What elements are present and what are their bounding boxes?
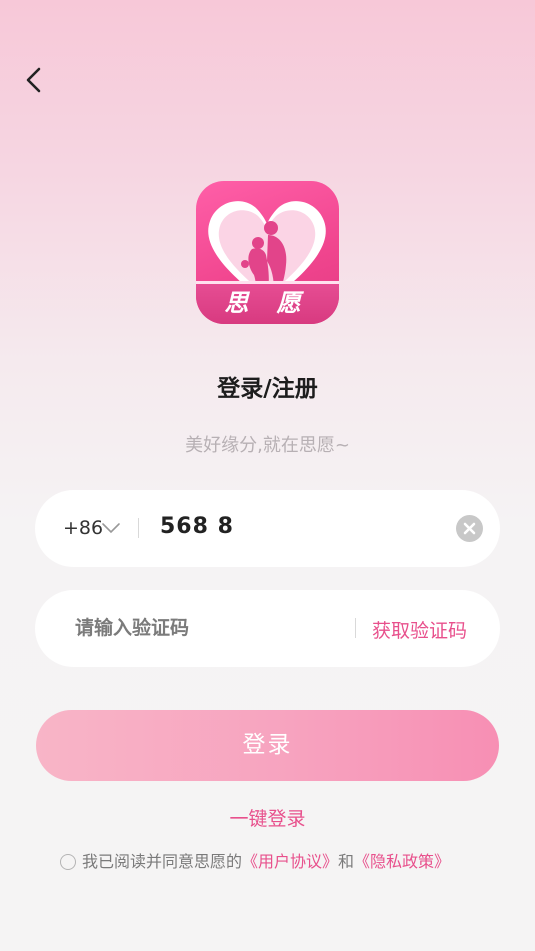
chevron-left-icon <box>26 67 41 93</box>
country-code-selector[interactable]: +86 <box>63 517 103 539</box>
page-title: 登录/注册 <box>217 376 318 402</box>
agreement-checkbox[interactable] <box>60 854 76 870</box>
logo-wordmark: 思 愿 <box>224 288 311 317</box>
app-logo: 思 愿 <box>196 181 339 324</box>
chevron-down-icon[interactable] <box>101 521 121 535</box>
code-divider <box>355 618 356 638</box>
phone-field[interactable]: +86 568 8 <box>35 490 500 567</box>
back-button[interactable] <box>22 66 48 94</box>
get-code-button[interactable]: 获取验证码 <box>372 616 467 643</box>
page-subtitle: 美好缘分,就在思愿~ <box>185 435 350 456</box>
clear-circle-icon <box>463 522 476 535</box>
one-key-login-link[interactable]: 一键登录 <box>0 804 535 831</box>
clear-button[interactable] <box>456 515 483 542</box>
agreement-and: 和 <box>338 852 355 871</box>
login-button[interactable]: 登录 <box>36 710 499 781</box>
phone-divider <box>138 518 139 538</box>
agreement-prefix: 我已阅读并同意思愿的 <box>82 852 243 871</box>
user-agreement-link[interactable]: 《用户协议》 <box>242 852 338 871</box>
logo-band: 思 愿 <box>196 281 339 324</box>
agreement-row: 我已阅读并同意思愿的《用户协议》和《隐私政策》 <box>60 848 450 872</box>
phone-input[interactable]: 568 8 <box>160 514 234 539</box>
verification-code-field[interactable]: 获取验证码 <box>35 590 500 667</box>
privacy-policy-link[interactable]: 《隐私政策》 <box>354 852 450 871</box>
verification-code-input[interactable] <box>75 614 345 642</box>
